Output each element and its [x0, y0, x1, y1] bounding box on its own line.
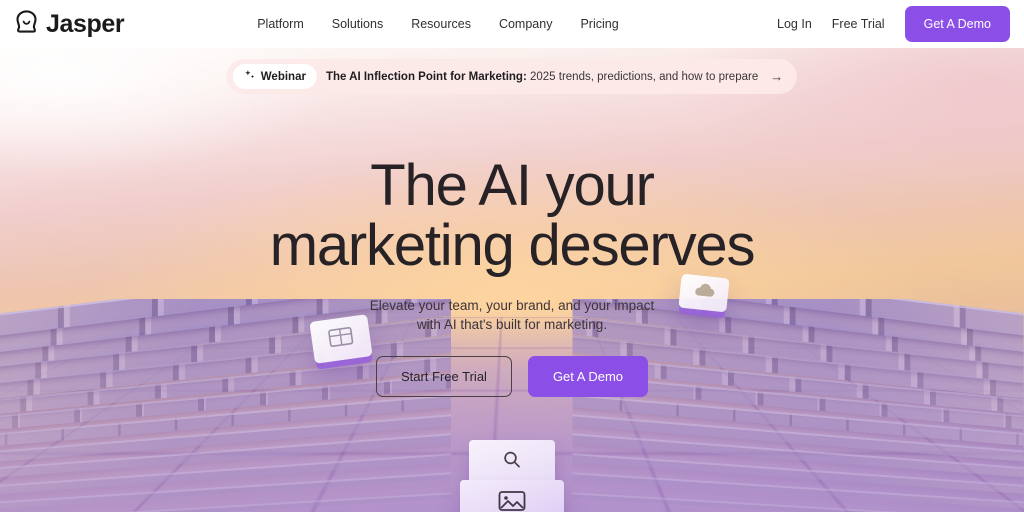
hero-heading: The AI your marketing deserves — [269, 153, 756, 279]
banner-subtitle: 2025 trends, predictions, and how to pre… — [529, 70, 759, 83]
brand-name: Jasper — [46, 9, 125, 38]
hero-cta-row: Start Free Trial Get A Demo — [375, 355, 649, 397]
nav-item-pricing[interactable]: Pricing — [580, 17, 618, 31]
sparkle-icon — [244, 69, 256, 84]
nav-item-company[interactable]: Company — [499, 17, 553, 31]
banner-text: The AI Inflection Point for Marketing: 2… — [326, 71, 758, 83]
magnifier-icon — [502, 450, 522, 475]
hero-sub-line2: with AI that's built for marketing. — [416, 317, 608, 333]
nav-item-solutions[interactable]: Solutions — [332, 17, 383, 31]
banner-title: The AI Inflection Point for Marketing: — [325, 70, 527, 83]
table-grid-icon — [328, 326, 355, 352]
hero-subheading: Elevate your team, your brand, and your … — [370, 296, 654, 335]
hero-sub-line1: Elevate your team, your brand, and your … — [369, 297, 655, 313]
tile-media — [460, 480, 564, 512]
brand-logo[interactable]: Jasper — [14, 9, 125, 39]
get-a-demo-hero-button[interactable]: Get A Demo — [527, 355, 649, 397]
arrow-right-icon[interactable]: → — [770, 69, 783, 84]
floating-card-cloud — [678, 273, 730, 313]
header-actions: Log In Free Trial Get A Demo — [777, 6, 1010, 42]
hero-heading-line1: The AI your — [370, 153, 655, 218]
image-icon — [498, 490, 526, 512]
site-header: Jasper Platform Solutions Resources Comp… — [0, 0, 1024, 48]
free-trial-link[interactable]: Free Trial — [832, 17, 885, 31]
hero-heading-line2: marketing deserves — [269, 213, 756, 279]
webinar-tag: Webinar — [232, 64, 317, 89]
nav-item-resources[interactable]: Resources — [411, 17, 471, 31]
get-a-demo-header-button[interactable]: Get A Demo — [904, 6, 1010, 42]
hero-background: G — [0, 48, 1024, 512]
webinar-tag-label: Webinar — [260, 70, 306, 83]
main-navigation: Platform Solutions Resources Company Pri… — [257, 17, 618, 31]
tile-search — [469, 440, 555, 484]
jasper-smiley-icon — [14, 9, 39, 39]
login-link[interactable]: Log In — [777, 17, 812, 31]
webinar-banner[interactable]: Webinar The AI Inflection Point for Mark… — [226, 59, 798, 94]
start-free-trial-button[interactable]: Start Free Trial — [375, 355, 512, 397]
cloud-icon — [691, 282, 717, 304]
floating-card-table — [309, 314, 373, 364]
nav-item-platform[interactable]: Platform — [257, 17, 304, 31]
